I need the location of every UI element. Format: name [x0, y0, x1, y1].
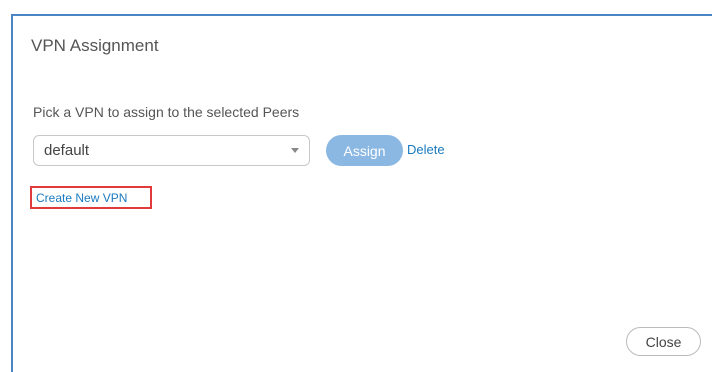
- dialog-left-border: [11, 14, 13, 372]
- chevron-down-icon: [291, 148, 299, 153]
- assign-button[interactable]: Assign: [326, 135, 403, 166]
- vpn-select-value: default: [44, 142, 89, 159]
- create-new-vpn-label: Create New VPN: [36, 191, 127, 205]
- close-button[interactable]: Close: [626, 327, 701, 356]
- dialog-top-border: [11, 14, 712, 16]
- vpn-assignment-dialog: VPN Assignment Pick a VPN to assign to t…: [0, 0, 712, 372]
- create-new-vpn-link[interactable]: Create New VPN: [30, 186, 152, 209]
- dialog-title: VPN Assignment: [31, 36, 159, 56]
- instruction-text: Pick a VPN to assign to the selected Pee…: [33, 104, 299, 120]
- delete-link[interactable]: Delete: [407, 142, 445, 157]
- vpn-select[interactable]: default: [33, 135, 310, 166]
